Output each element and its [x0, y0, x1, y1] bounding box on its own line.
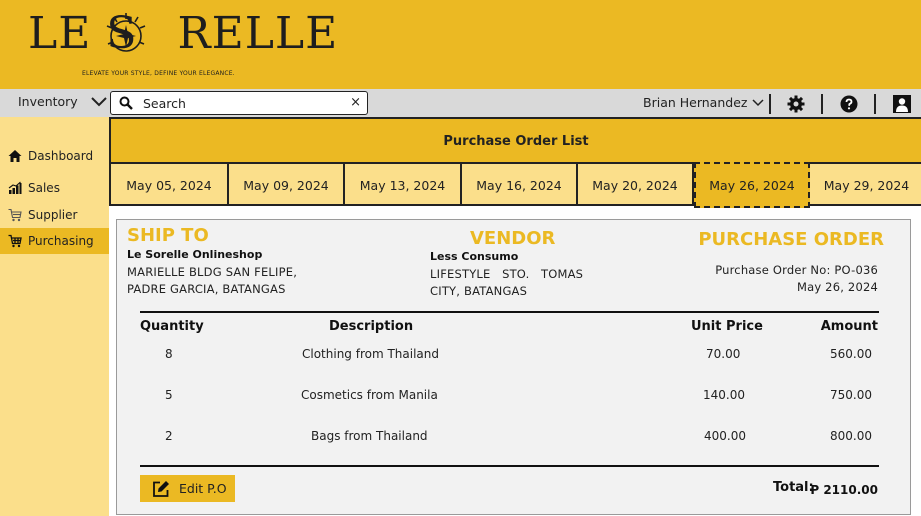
sidebar-item-label: Supplier [28, 208, 78, 222]
user-name: Brian Hernandez [643, 95, 748, 110]
search-icon [119, 96, 133, 110]
tab-may-16[interactable]: May 16, 2024 [462, 164, 578, 206]
toolbar-divider [769, 94, 771, 114]
module-dropdown[interactable]: Inventory [18, 94, 108, 109]
col-quantity-header: Quantity [140, 319, 204, 334]
row-description: Cosmetics from Manila [301, 388, 438, 402]
tab-may-13[interactable]: May 13, 2024 [345, 164, 462, 206]
vendor-address-line1: LIFESTYLE STO. TOMAS [430, 267, 584, 281]
purchase-order-heading: PURCHASE ORDER [698, 229, 884, 250]
brand-tagline: ELEVATE YOUR STYLE, DEFINE YOUR ELEGANCE… [82, 70, 235, 77]
tab-may-05[interactable]: May 05, 2024 [111, 164, 229, 206]
sidebar-item-sales[interactable]: Sales [0, 175, 109, 201]
sidebar-item-supplier[interactable]: Supplier [0, 202, 109, 228]
ship-to-address-line2: PADRE GARCIA, BATANGAS [127, 282, 286, 296]
col-unit-price-header: Unit Price [691, 319, 763, 334]
module-label: Inventory [18, 94, 78, 109]
sidebar-item-label: Sales [28, 181, 60, 195]
bar-chart-icon [8, 181, 22, 194]
ship-to-name: Le Sorelle Onlineshop [127, 248, 263, 261]
top-toolbar: Inventory × Brian Hernandez [0, 89, 921, 117]
sidebar-item-label: Purchasing [28, 234, 94, 248]
purchase-order-panel: SHIP TO Le Sorelle Onlineshop MARIELLE B… [116, 219, 911, 515]
vendor-heading: VENDOR [470, 228, 556, 249]
page-title: Purchase Order List [109, 117, 921, 163]
row-unit-price: 400.00 [704, 429, 746, 443]
row-amount: 800.00 [830, 429, 872, 443]
purchase-order-date: May 26, 2024 [796, 280, 878, 294]
table-bottom-rule [140, 465, 879, 467]
toolbar-divider [821, 94, 823, 114]
tab-may-20[interactable]: May 20, 2024 [578, 164, 694, 206]
purchase-order-number: Purchase Order No: PO-036 [715, 263, 878, 277]
sidebar-item-label: Dashboard [28, 149, 94, 163]
help-icon[interactable] [840, 95, 858, 113]
tab-may-26[interactable]: May 26, 2024 [694, 162, 810, 208]
toolbar-divider [874, 94, 876, 114]
sun-icon [106, 13, 146, 52]
edit-po-label: Edit P.O [179, 481, 227, 496]
search-input[interactable] [143, 95, 333, 111]
row-unit-price: 140.00 [703, 388, 745, 402]
sidebar: Dashboard Sales Supplier Purchasing [0, 117, 109, 516]
row-quantity: 8 [165, 347, 173, 361]
chevron-down-icon [91, 96, 107, 106]
row-description: Clothing from Thailand [302, 347, 440, 361]
sidebar-item-purchasing[interactable]: Purchasing [0, 228, 109, 254]
row-amount: 560.00 [830, 347, 872, 361]
col-description-header: Description [329, 319, 414, 334]
row-unit-price: 70.00 [706, 347, 741, 361]
total-label: Total: [773, 480, 814, 495]
edit-icon [153, 480, 169, 497]
tab-may-29[interactable]: May 29, 2024 [810, 164, 921, 206]
user-menu[interactable]: Brian Hernandez [643, 95, 764, 110]
row-description: Bags from Thailand [311, 429, 428, 443]
search-box[interactable]: × [110, 91, 368, 115]
date-tabs: May 05, 2024 May 09, 2024 May 13, 2024 M… [109, 162, 921, 208]
brand-logo[interactable]: LE S RELLE ELEVATE YOUR STYLE, DEFINE YOU… [28, 8, 337, 77]
total-value: P 2110.00 [810, 483, 878, 497]
edit-po-button[interactable]: Edit P.O [140, 475, 235, 502]
gear-icon[interactable] [787, 95, 805, 113]
cart-icon [8, 208, 22, 222]
close-icon[interactable]: × [350, 95, 361, 110]
chevron-down-icon [752, 98, 764, 106]
row-quantity: 2 [165, 429, 173, 443]
cart-icon [8, 234, 22, 248]
tab-may-09[interactable]: May 09, 2024 [229, 164, 345, 206]
user-icon[interactable] [893, 95, 911, 113]
sidebar-item-dashboard[interactable]: Dashboard [0, 143, 109, 169]
vendor-address-line2: CITY, BATANGAS [430, 284, 528, 298]
row-quantity: 5 [165, 388, 173, 402]
ship-to-heading: SHIP TO [127, 225, 209, 246]
col-amount-header: Amount [820, 319, 878, 334]
logo-wordmark: LE S RELLE [28, 8, 339, 59]
table-top-rule [140, 311, 879, 313]
home-icon [8, 150, 22, 162]
app-header: LE S RELLE ELEVATE YOUR STYLE, DEFINE YOU… [0, 0, 921, 89]
row-amount: 750.00 [830, 388, 872, 402]
vendor-name: Less Consumo [430, 250, 519, 263]
ship-to-address-line1: MARIELLE BLDG SAN FELIPE, [127, 265, 298, 279]
